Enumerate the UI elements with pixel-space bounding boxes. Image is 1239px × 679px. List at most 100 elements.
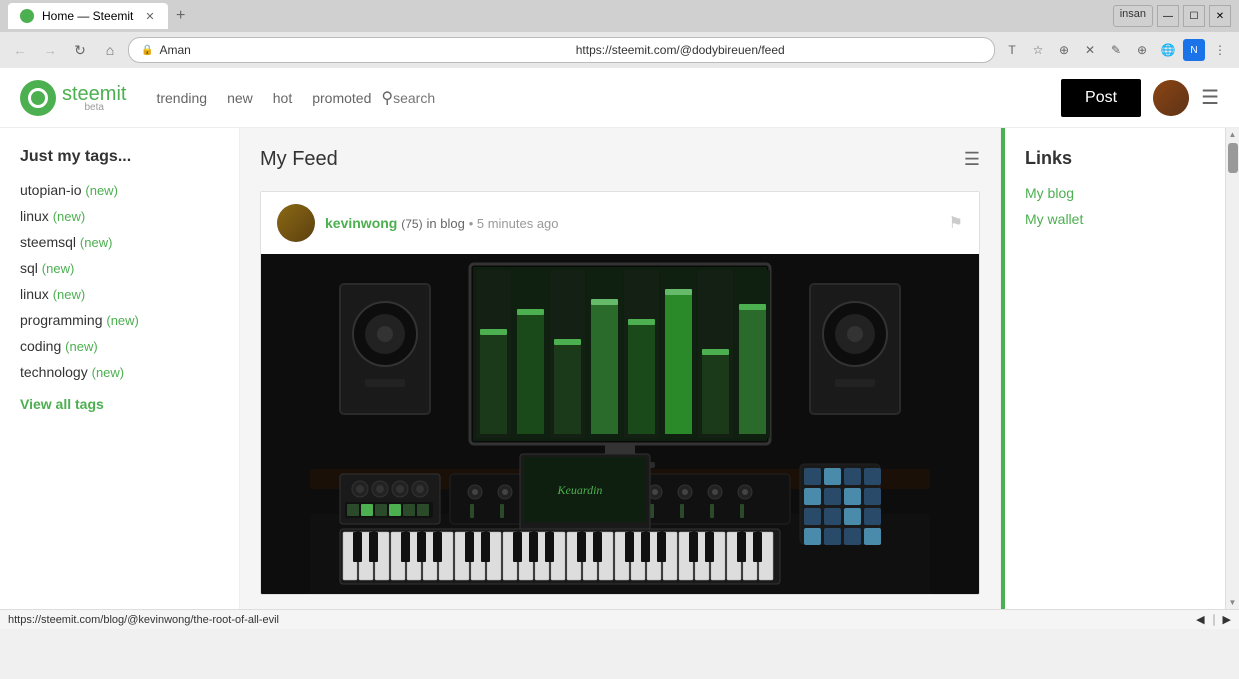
back-button[interactable]: ← [8,38,32,62]
main-nav: trending new hot promoted [156,90,371,106]
minimize-button[interactable]: — [1157,5,1179,27]
tag-coding[interactable]: coding (new) [20,338,219,354]
tag-name: utopian-io [20,182,85,198]
close-button[interactable]: ✕ [1209,5,1231,27]
scroll-down-arrow[interactable]: ▼ [1229,598,1237,607]
tab-favicon [20,9,34,23]
main-layout: Just my tags... utopian-io (new) linux (… [0,128,1239,609]
links-title: Links [1025,148,1205,169]
site-header: steemit beta trending new hot promoted ⚲… [0,68,1239,128]
post-image-svg: Keuardin [261,254,979,594]
svg-text:Keuardin: Keuardin [557,483,603,497]
view-all-tags-link[interactable]: View all tags [20,396,219,412]
new-tab-button[interactable]: + [168,5,193,27]
status-url: https://steemit.com/blog/@kevinwong/the-… [8,614,279,626]
browser-address-bar: ← → ↻ ⌂ 🔒 Aman https://steemit.com/@dody… [0,32,1239,68]
browser-status-bar: https://steemit.com/blog/@kevinwong/the-… [0,609,1239,629]
translate-icon[interactable]: T [1001,39,1023,61]
hamburger-menu[interactable]: ☰ [1201,85,1219,110]
tab-label: Home — Steemit [42,9,133,23]
tag-sql[interactable]: sql (new) [20,260,219,276]
tag-badge: (new) [80,235,113,250]
scroll-left-icon[interactable]: ◀ [1196,613,1204,626]
post-author-name[interactable]: kevinwong [325,215,397,231]
steemit-app: steemit beta trending new hot promoted ⚲… [0,68,1239,609]
browser-user-label: insan [1113,5,1153,27]
my-wallet-link[interactable]: My wallet [1025,211,1205,227]
forward-button[interactable]: → [38,38,62,62]
horizontal-scrollbar[interactable] [1213,614,1215,626]
post-button[interactable]: Post [1061,79,1141,117]
bottom-scrollbar-area: ◀ ▶ [1196,613,1231,626]
search-container: ⚲ [381,88,513,108]
tab-close-button[interactable]: ✕ [145,10,154,23]
post-time-value: 5 minutes ago [477,216,559,231]
logo-text-container: steemit beta [62,83,126,113]
nav-new[interactable]: new [227,90,253,106]
scroll-thumb[interactable] [1228,143,1238,173]
tag-badge: (new) [92,365,125,380]
ext6-icon[interactable]: N [1183,39,1205,61]
post-avatar[interactable] [277,204,315,242]
post-card: kevinwong (75) in blog • 5 minutes ago ⚑ [260,191,980,595]
scroll-right-icon[interactable]: ▶ [1223,613,1231,626]
ext2-icon[interactable]: ✕ [1079,39,1101,61]
ssl-lock-icon: 🔒 [141,45,153,56]
ext3-icon[interactable]: ✎ [1105,39,1127,61]
my-blog-link[interactable]: My blog [1025,185,1205,201]
post-location: in blog [426,216,464,231]
ext5-icon[interactable]: 🌐 [1157,39,1179,61]
sidebar-title: Just my tags... [20,148,219,166]
bookmark-star-icon[interactable]: ☆ [1027,39,1049,61]
post-avatar-image [277,204,315,242]
tag-name: steemsql [20,234,80,250]
nav-promoted[interactable]: promoted [312,90,371,106]
tag-name: sql [20,260,42,276]
tag-programming[interactable]: programming (new) [20,312,219,328]
header-right: Post ☰ [1061,79,1219,117]
feed-header: My Feed ☰ [260,148,980,171]
home-button[interactable]: ⌂ [98,38,122,62]
ext1-icon[interactable]: ⊕ [1053,39,1075,61]
nav-hot[interactable]: hot [273,90,292,106]
feed-menu-icon[interactable]: ☰ [964,149,980,170]
maximize-button[interactable]: ☐ [1183,5,1205,27]
logo-inner [28,88,48,108]
address-input[interactable]: 🔒 Aman https://steemit.com/@dodybireuen/… [128,37,995,63]
tag-linux-2[interactable]: linux (new) [20,286,219,302]
logo-icon [20,80,56,116]
nav-trending[interactable]: trending [156,90,207,106]
search-icon-button[interactable]: ⚲ [381,88,393,108]
tag-badge: (new) [65,339,98,354]
address-user-prefix: Aman [159,43,565,57]
post-time: • [469,216,477,231]
reload-button[interactable]: ↻ [68,38,92,62]
user-avatar[interactable] [1153,80,1189,116]
post-flag-icon[interactable]: ⚑ [949,213,963,233]
right-panel: Links My blog My wallet [1005,128,1225,609]
search-input[interactable] [393,90,513,106]
address-url: https://steemit.com/@dodybireuen/feed [576,43,982,57]
tag-technology[interactable]: technology (new) [20,364,219,380]
post-image[interactable]: Keuardin [261,254,979,594]
avatar-image [1153,80,1189,116]
tag-badge: (new) [53,287,86,302]
right-scrollbar[interactable]: ▲ ▼ [1225,128,1239,609]
browser-tab[interactable]: Home — Steemit ✕ [8,3,168,29]
tag-linux-1[interactable]: linux (new) [20,208,219,224]
tag-name: technology [20,364,92,380]
browser-chrome: Home — Steemit ✕ + insan — ☐ ✕ ← → ↻ ⌂ 🔒… [0,0,1239,68]
post-meta: kevinwong (75) in blog • 5 minutes ago [325,215,939,231]
tag-utopian-io[interactable]: utopian-io (new) [20,182,219,198]
browser-title-bar: Home — Steemit ✕ + insan — ☐ ✕ [0,0,1239,32]
menu-icon[interactable]: ⋮ [1209,39,1231,61]
tag-list: utopian-io (new) linux (new) steemsql (n… [20,182,219,380]
tag-name: linux [20,286,53,302]
tag-steemsql[interactable]: steemsql (new) [20,234,219,250]
logo[interactable]: steemit beta [20,80,126,116]
ext4-icon[interactable]: ⊕ [1131,39,1153,61]
scroll-up-arrow[interactable]: ▲ [1229,130,1237,139]
tag-badge: (new) [53,209,86,224]
tag-badge: (new) [42,261,75,276]
sidebar: Just my tags... utopian-io (new) linux (… [0,128,240,609]
